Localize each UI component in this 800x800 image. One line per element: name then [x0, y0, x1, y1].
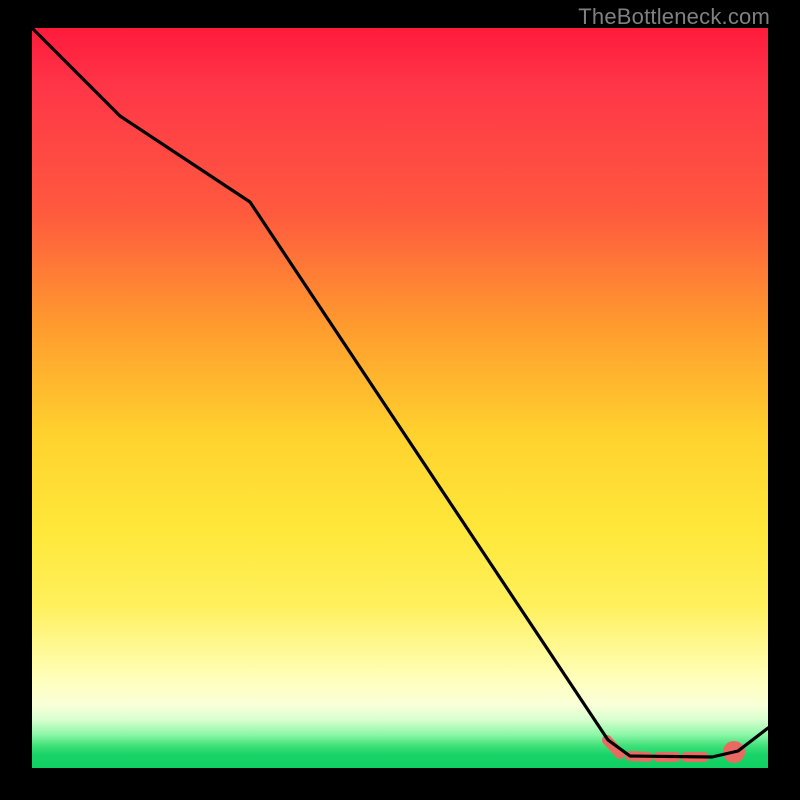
watermark-text: TheBottleneck.com: [578, 4, 770, 30]
plot-area: [32, 28, 768, 768]
valley-markers: [607, 740, 740, 758]
curve-path: [32, 28, 768, 757]
chart-frame: TheBottleneck.com: [0, 0, 800, 800]
bottleneck-line: [32, 28, 768, 768]
